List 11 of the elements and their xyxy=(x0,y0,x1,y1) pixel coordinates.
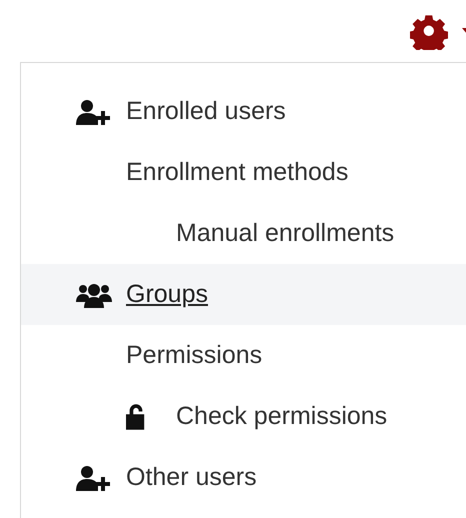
menu-item[interactable]: Enrolled users xyxy=(126,97,286,126)
menu-item[interactable]: Groups xyxy=(126,280,208,309)
menu-item[interactable]: Manual enrollments xyxy=(176,219,394,248)
menu-item[interactable]: Other users xyxy=(126,463,257,492)
menu-item[interactable]: Check permissions xyxy=(176,402,388,431)
menu-item[interactable]: Permissions xyxy=(126,341,262,370)
person-add-icon xyxy=(76,464,110,490)
group-icon xyxy=(76,282,112,308)
menu-item[interactable]: Enrollment methods xyxy=(126,158,348,187)
person-add-icon xyxy=(76,98,110,124)
unlocked-padlock-icon xyxy=(126,404,146,430)
